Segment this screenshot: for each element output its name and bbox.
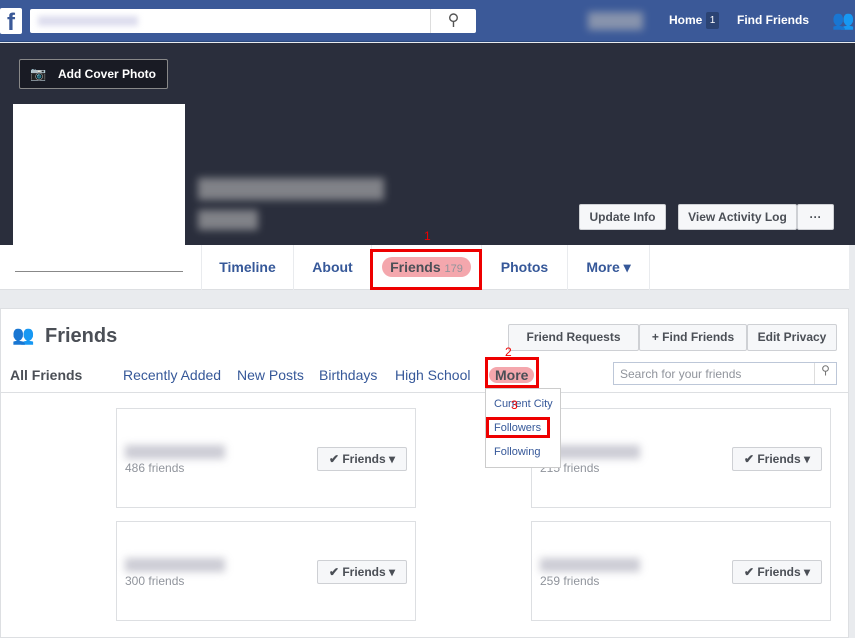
friend-card: 259 friends ✔ Friends ▾ xyxy=(531,521,831,621)
filter-all-friends[interactable]: All Friends xyxy=(10,367,82,383)
edit-privacy-button[interactable]: Edit Privacy xyxy=(747,324,837,351)
friend-count: 300 friends xyxy=(125,574,185,588)
annotation-2: 2 xyxy=(505,345,512,359)
friend-requests-button[interactable]: Friend Requests xyxy=(508,324,639,351)
filter-high-school[interactable]: High School xyxy=(395,367,471,383)
profile-link[interactable] xyxy=(588,12,643,30)
friend-requests-icon[interactable]: 👥 xyxy=(832,10,854,31)
friends-button[interactable]: ✔ Friends ▾ xyxy=(317,447,407,471)
home-badge: 1 xyxy=(706,12,719,29)
friend-card: 486 friends ✔ Friends ▾ xyxy=(116,408,416,508)
friends-title: Friends xyxy=(45,325,118,347)
tab-about[interactable]: About xyxy=(293,245,371,290)
friend-card: 215 friends ✔ Friends ▾ xyxy=(531,408,831,508)
filter-new-posts[interactable]: New Posts xyxy=(237,367,304,383)
friends-button[interactable]: ✔ Friends ▾ xyxy=(732,560,822,584)
search-placeholder: Search for your friends xyxy=(620,367,742,381)
friends-search-input[interactable]: Search for your friends ⚲ xyxy=(613,362,837,385)
annotation-box-2 xyxy=(485,357,539,388)
friends-icon: 👥 xyxy=(12,325,35,345)
find-friends-button[interactable]: + Find Friends xyxy=(639,324,747,351)
camera-icon: 📷 xyxy=(30,66,47,81)
view-activity-log-button[interactable]: View Activity Log xyxy=(678,204,797,230)
friend-card: 300 friends ✔ Friends ▾ xyxy=(116,521,416,621)
home-link[interactable]: Home xyxy=(669,13,702,27)
search-input[interactable]: ⚲ xyxy=(30,9,476,33)
add-cover-photo-button[interactable]: 📷 Add Cover Photo xyxy=(19,59,168,89)
friends-button[interactable]: ✔ Friends ▾ xyxy=(732,447,822,471)
divider xyxy=(0,392,849,393)
menu-item-current-city[interactable]: Current City xyxy=(494,398,553,410)
friend-count: 259 friends xyxy=(540,574,600,588)
update-info-button[interactable]: Update Info xyxy=(579,204,666,230)
annotation-box-3 xyxy=(486,417,550,438)
annotation-1: 1 xyxy=(424,229,431,243)
annotation-3: 3 xyxy=(511,398,518,412)
profile-alt-name xyxy=(198,210,258,230)
more-options-button[interactable]: ··· xyxy=(797,204,834,230)
search-icon[interactable]: ⚲ xyxy=(814,363,836,384)
filter-recently-added[interactable]: Recently Added xyxy=(123,367,221,383)
tab-photos[interactable]: Photos xyxy=(481,245,567,290)
divider xyxy=(15,271,183,272)
add-cover-label: Add Cover Photo xyxy=(58,67,156,81)
profile-picture[interactable] xyxy=(13,104,185,245)
profile-name xyxy=(198,178,384,200)
facebook-logo-icon[interactable]: f xyxy=(0,8,22,36)
find-friends-link[interactable]: Find Friends xyxy=(737,13,809,27)
friend-count: 486 friends xyxy=(125,461,185,475)
tab-more[interactable]: More ▾ xyxy=(567,245,650,290)
filter-birthdays[interactable]: Birthdays xyxy=(319,367,377,383)
tab-timeline[interactable]: Timeline xyxy=(201,245,293,290)
friends-button[interactable]: ✔ Friends ▾ xyxy=(317,560,407,584)
menu-item-following[interactable]: Following xyxy=(494,446,540,458)
search-icon[interactable]: ⚲ xyxy=(430,9,476,33)
annotation-box-1 xyxy=(370,249,482,290)
